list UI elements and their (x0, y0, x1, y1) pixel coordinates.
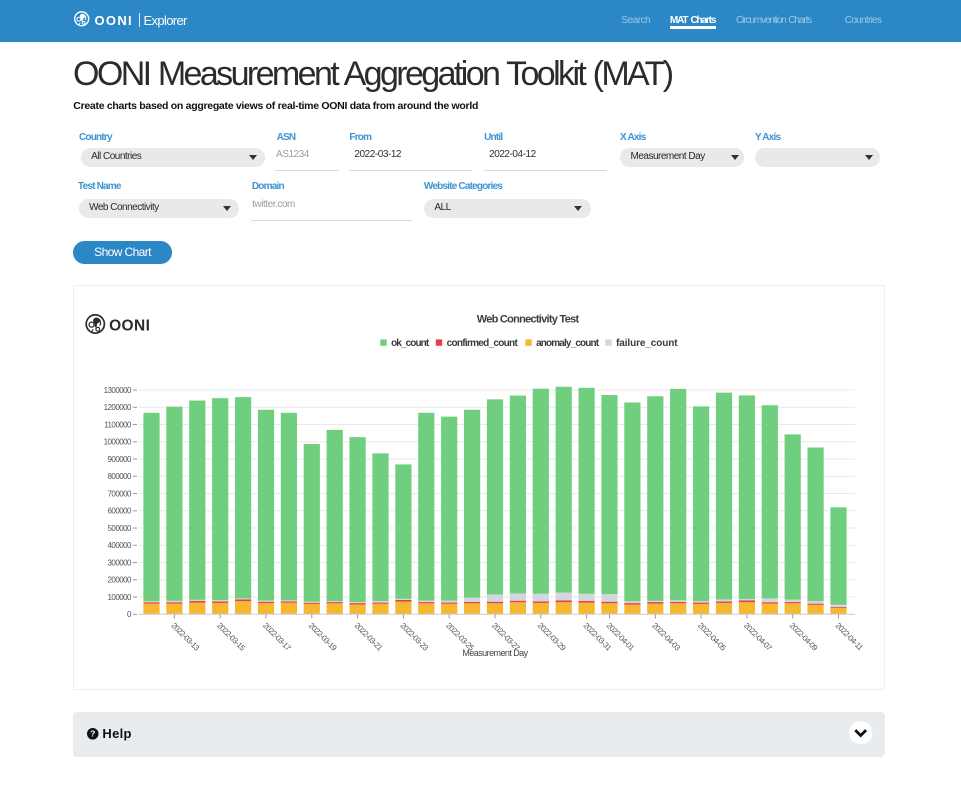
svg-text:700000: 700000 (108, 489, 132, 498)
svg-text:2022-04-05: 2022-04-05 (697, 621, 729, 653)
svg-text:0: 0 (127, 610, 132, 619)
svg-text:2022-04-09: 2022-04-09 (788, 621, 819, 652)
svg-text:confirmed_count: confirmed_count (447, 338, 519, 349)
svg-text:500000: 500000 (108, 524, 132, 533)
svg-text:2022-03-19: 2022-03-19 (307, 621, 338, 652)
svg-text:ok_count: ok_count (391, 338, 430, 349)
svg-text:failure_count: failure_count (616, 338, 678, 349)
svg-text:1000000: 1000000 (104, 438, 132, 447)
svg-text:2022-04-11: 2022-04-11 (834, 621, 865, 652)
svg-text:2022-03-17: 2022-03-17 (261, 621, 292, 652)
svg-text:1300000: 1300000 (104, 386, 132, 395)
svg-text:2022-04-07: 2022-04-07 (742, 621, 773, 652)
svg-text:OONI: OONI (109, 318, 150, 335)
svg-text:600000: 600000 (108, 507, 132, 516)
svg-text:Web Connectivity Test: Web Connectivity Test (477, 314, 580, 326)
svg-text:2022-03-13: 2022-03-13 (170, 621, 202, 653)
svg-text:2022-03-15: 2022-03-15 (216, 621, 248, 653)
svg-text:2022-04-03: 2022-04-03 (651, 621, 683, 653)
svg-text:Measurement Day: Measurement Day (463, 648, 529, 658)
svg-text:anomaly_count: anomaly_count (536, 338, 600, 349)
svg-text:1200000: 1200000 (104, 403, 132, 412)
svg-text:100000: 100000 (108, 593, 132, 602)
svg-text:2022-03-29: 2022-03-29 (536, 621, 567, 652)
svg-text:1100000: 1100000 (105, 420, 133, 429)
svg-text:2022-03-23: 2022-03-23 (399, 621, 431, 653)
svg-text:900000: 900000 (108, 455, 132, 464)
svg-text:?: ? (90, 729, 95, 739)
svg-text:2022-03-21: 2022-03-21 (353, 621, 384, 652)
svg-text:300000: 300000 (108, 558, 132, 567)
svg-text:400000: 400000 (108, 541, 132, 550)
svg-text:800000: 800000 (108, 472, 132, 481)
svg-text:200000: 200000 (108, 576, 132, 585)
